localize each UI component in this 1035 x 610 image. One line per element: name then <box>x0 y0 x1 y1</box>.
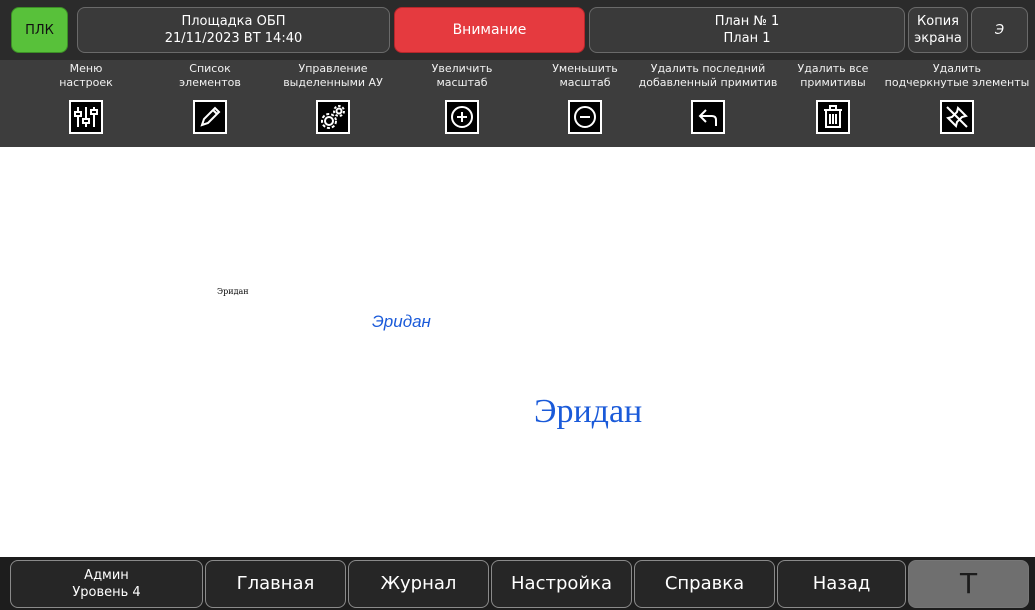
plk-label: ПЛК <box>25 22 54 38</box>
user-button[interactable]: Э <box>971 7 1028 53</box>
tool-label-line1: Удалить <box>932 62 982 75</box>
screenshot-label-line2: экрана <box>914 31 962 46</box>
back-label: Назад <box>812 573 871 594</box>
plan-name: План 1 <box>723 31 771 46</box>
element-list-tool[interactable]: Список элементов <box>175 62 245 146</box>
bottom-navigation: Админ Уровень 4 Главная Журнал Настройка… <box>0 557 1035 610</box>
trash-icon[interactable] <box>816 100 850 134</box>
tool-label-line1: Удалить все <box>797 62 869 75</box>
journal-button[interactable]: Журнал <box>348 560 489 608</box>
tool-label-line2: элементов <box>179 76 241 89</box>
tool-label-line1: Список <box>189 62 231 75</box>
journal-label: Журнал <box>380 573 457 594</box>
datetime: 21/11/2023 ВТ 14:40 <box>164 31 303 46</box>
tool-label: Управление выделенными АУ <box>283 62 383 92</box>
zoom-out-icon[interactable] <box>568 100 602 134</box>
gears-icon[interactable] <box>316 100 350 134</box>
tool-label: Меню настроек <box>59 62 113 92</box>
tool-label-line1: Управление <box>298 62 368 75</box>
screenshot-label-line1: Копия <box>917 14 959 29</box>
undo-last-primitive-tool[interactable]: Удалить последний добавленный примитив <box>633 62 783 146</box>
plan-selector[interactable]: План № 1 План 1 <box>589 7 905 53</box>
tool-label-line1: Меню <box>69 62 103 75</box>
back-button[interactable]: Назад <box>777 560 906 608</box>
settings-button[interactable]: Настройка <box>491 560 632 608</box>
user-level-button[interactable]: Админ Уровень 4 <box>10 560 203 608</box>
help-button[interactable]: Справка <box>634 560 775 608</box>
tool-label: Увеличить масштаб <box>432 62 493 92</box>
t-button[interactable]: Т <box>908 560 1029 608</box>
plan-number: План № 1 <box>714 14 780 29</box>
undo-arrow-icon[interactable] <box>691 100 725 134</box>
settings-menu-tool[interactable]: Меню настроек <box>56 62 116 146</box>
user-initial: Э <box>994 22 1005 38</box>
t-label: Т <box>959 567 978 600</box>
delete-underlined-elements-tool[interactable]: Удалить подчеркнутые элементы <box>882 62 1032 146</box>
warning-button[interactable]: Внимание <box>394 7 585 53</box>
canvas-text-medium[interactable]: Эридан <box>372 312 431 332</box>
zoom-in-icon[interactable] <box>445 100 479 134</box>
site-info-panel[interactable]: Площадка ОБП 21/11/2023 ВТ 14:40 <box>77 7 390 53</box>
canvas-text-small[interactable]: Эридан <box>217 287 249 296</box>
screenshot-button[interactable]: Копия экрана <box>908 7 968 53</box>
home-button[interactable]: Главная <box>205 560 346 608</box>
site-name: Площадка ОБП <box>181 14 286 29</box>
tool-label-line2: настроек <box>59 76 113 89</box>
tool-label-line2: подчеркнутые элементы <box>884 76 1030 89</box>
user-role: Админ <box>84 568 129 583</box>
tool-label: Удалить последний добавленный примитив <box>639 62 778 92</box>
tool-label-line1: Увеличить <box>431 62 493 75</box>
tool-label-line2: масштаб <box>559 76 611 89</box>
sliders-icon[interactable] <box>69 100 103 134</box>
settings-label: Настройка <box>511 573 612 594</box>
tool-label-line2: выделенными АУ <box>283 76 383 89</box>
tool-label-line1: Уменьшить <box>552 62 618 75</box>
manage-selected-au-tool[interactable]: Управление выделенными АУ <box>278 62 388 146</box>
plan-canvas[interactable]: Эридан Эридан Эридан <box>0 147 1035 557</box>
delete-all-primitives-tool[interactable]: Удалить все примитивы <box>793 62 873 146</box>
pencil-icon[interactable] <box>193 100 227 134</box>
tool-label: Удалить подчеркнутые элементы <box>885 62 1030 92</box>
crossed-pin-icon[interactable] <box>940 100 974 134</box>
help-label: Справка <box>664 573 745 594</box>
zoom-out-tool[interactable]: Уменьшить масштаб <box>545 62 625 146</box>
warning-label: Внимание <box>452 21 527 38</box>
tool-label-line2: добавленный примитив <box>638 76 778 89</box>
home-label: Главная <box>236 573 315 594</box>
tool-bar: Меню настроек Список элементов Управлени… <box>0 60 1035 147</box>
top-status-bar: ПЛК Площадка ОБП 21/11/2023 ВТ 14:40 Вни… <box>0 0 1035 60</box>
tool-label-line1: Удалить последний <box>650 62 766 75</box>
plk-button[interactable]: ПЛК <box>11 7 68 53</box>
user-level: Уровень 4 <box>72 585 141 600</box>
zoom-in-tool[interactable]: Увеличить масштаб <box>422 62 502 146</box>
tool-label: Уменьшить масштаб <box>552 62 618 92</box>
canvas-text-large[interactable]: Эридан <box>534 393 642 431</box>
tool-label-line2: масштаб <box>436 76 488 89</box>
tool-label: Удалить все примитивы <box>798 62 869 92</box>
tool-label-line2: примитивы <box>800 76 866 89</box>
tool-label: Список элементов <box>179 62 241 92</box>
